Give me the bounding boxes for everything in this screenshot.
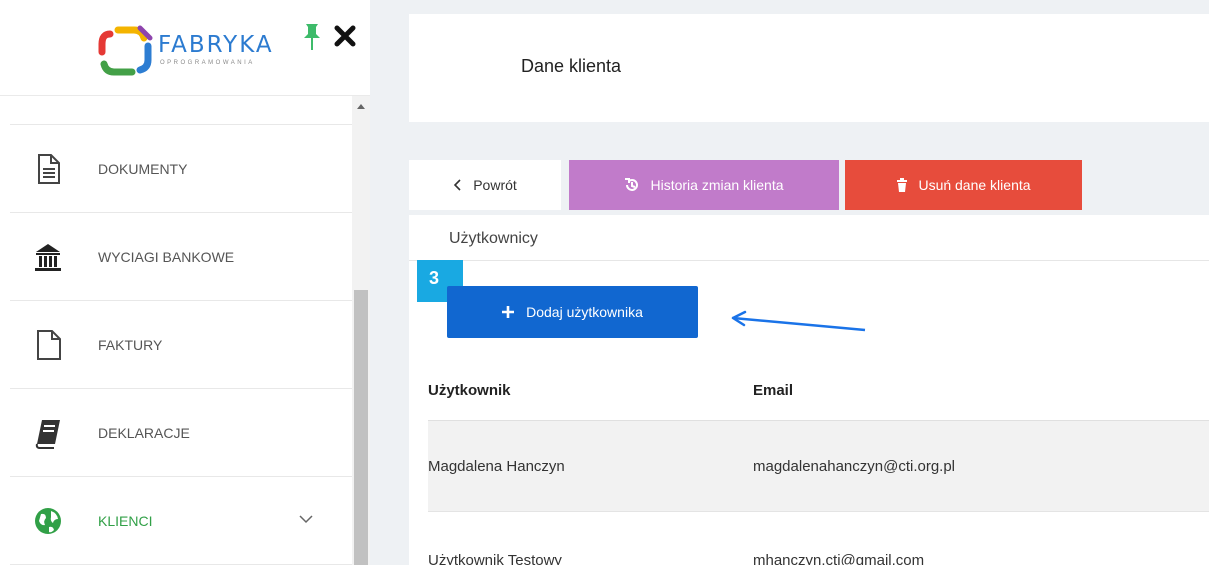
table-row[interactable]: Magdalena Hanczyn magdalenahanczyn@cti.o…	[428, 421, 1209, 512]
history-button-label: Historia zmian klienta	[650, 177, 784, 193]
user-email-cell: magdalenahanczyn@cti.org.pl	[753, 458, 956, 475]
sidebar-item-klienci[interactable]: KLIENCI	[10, 477, 352, 565]
user-email-cell: mhanczyn.cti@gmail.com	[753, 552, 925, 565]
delete-client-button[interactable]: Usuń dane klienta	[845, 160, 1082, 210]
section-divider	[409, 260, 1209, 261]
add-user-button[interactable]: Dodaj użytkownika	[447, 286, 698, 338]
chevron-left-icon	[454, 179, 461, 191]
main-content: Dane klienta Powrót Historia zmian klien…	[370, 0, 1209, 565]
sidebar-menu: DOKUMENTY WYCIAGI BANKOWE FAKTURY DEKLAR…	[0, 96, 352, 565]
back-button-label: Powrót	[473, 177, 517, 193]
document-icon	[38, 154, 60, 184]
user-name-cell: Magdalena Hanczyn	[428, 458, 565, 475]
sidebar: FABRYKA OPROGRAMOWANIA DOKUMENTY WYCIAGI…	[0, 0, 370, 565]
file-icon	[37, 330, 61, 360]
globe-icon	[35, 508, 61, 534]
table-row[interactable]: Użytkownik Testowy mhanczyn.cti@gmail.co…	[428, 512, 1209, 565]
sidebar-item-deklaracje[interactable]: DEKLARACJE	[10, 389, 352, 477]
delete-button-label: Usuń dane klienta	[918, 177, 1031, 193]
column-header-user: Użytkownik	[428, 382, 511, 399]
sidebar-item-faktury[interactable]: FAKTURY	[10, 301, 352, 389]
page-title: Dane klienta	[521, 56, 622, 76]
sidebar-item-dokumenty[interactable]: DOKUMENTY	[10, 125, 352, 213]
close-icon[interactable]	[333, 24, 357, 48]
sidebar-item-label: WYCIAGI BANKOWE	[98, 249, 235, 265]
scrollbar-thumb[interactable]	[354, 290, 368, 565]
user-name-cell: Użytkownik Testowy	[428, 552, 562, 565]
users-panel: Użytkownicy 3 Dodaj użytkownika Użytkown…	[409, 215, 1209, 565]
pin-icon[interactable]	[301, 22, 323, 52]
back-button[interactable]: Powrót	[409, 160, 561, 210]
bank-icon	[35, 244, 61, 271]
book-icon	[35, 420, 60, 449]
sidebar-item-label: FAKTURY	[98, 337, 163, 353]
logo-area: FABRYKA OPROGRAMOWANIA	[0, 0, 370, 96]
trash-icon	[897, 178, 908, 192]
sidebar-item-wyciagi-bankowe[interactable]: WYCIAGI BANKOWE	[10, 213, 352, 301]
page-header: Dane klienta	[409, 14, 1209, 122]
column-header-email: Email	[753, 382, 794, 399]
chevron-down-icon[interactable]	[299, 514, 313, 524]
sidebar-item-label: KLIENCI	[98, 513, 153, 529]
sidebar-scrollbar[interactable]	[352, 96, 370, 565]
fabryka-logo-icon	[98, 25, 153, 76]
plus-icon	[502, 306, 515, 318]
arrow-annotation-icon	[731, 310, 866, 332]
section-title: Użytkownicy	[449, 230, 538, 247]
sidebar-item-label: DEKLARACJE	[98, 425, 190, 441]
logo-subtitle: OPROGRAMOWANIA	[160, 60, 255, 66]
history-icon	[625, 178, 639, 191]
sidebar-item-label: DOKUMENTY	[98, 161, 188, 177]
logo-brand: FABRYKA	[158, 32, 274, 58]
add-user-button-label: Dodaj użytkownika	[526, 304, 643, 320]
scroll-up-arrow-icon[interactable]	[357, 104, 365, 109]
history-button[interactable]: Historia zmian klienta	[569, 160, 839, 210]
